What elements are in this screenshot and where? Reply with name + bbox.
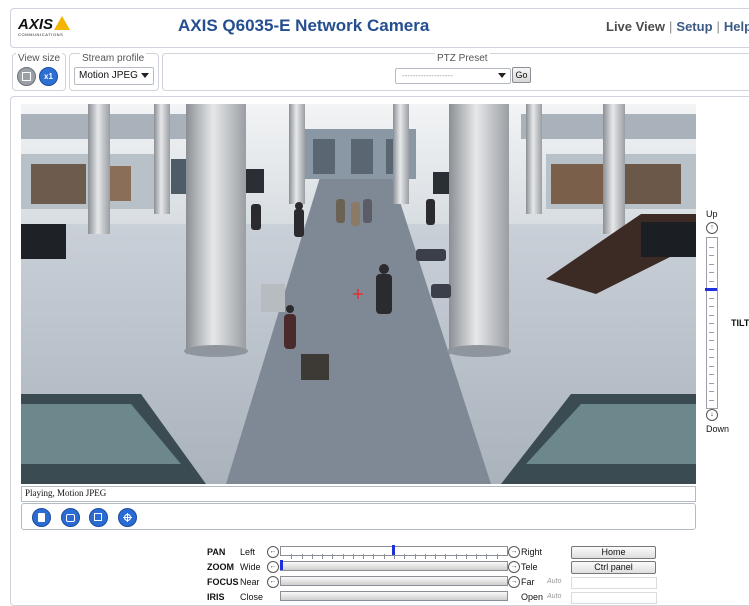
- tilt-down-label: Down: [706, 424, 730, 434]
- iris-slider[interactable]: [280, 591, 508, 601]
- ctrl-panel-button[interactable]: Ctrl panel: [571, 561, 656, 574]
- view-size-group: View size x1: [12, 53, 66, 91]
- pan-label: PAN: [207, 547, 226, 557]
- nav-help[interactable]: Help: [724, 19, 749, 34]
- snapshot-button[interactable]: [61, 508, 80, 527]
- stream-profile-value: Motion JPEG: [79, 70, 138, 81]
- zoom-slider[interactable]: [280, 561, 508, 571]
- pan-left-arrow-icon[interactable]: ←: [267, 546, 279, 558]
- tilt-down-arrow-icon[interactable]: ↓: [706, 409, 718, 421]
- focus-near-arrow-icon[interactable]: ←: [267, 576, 279, 588]
- ptz-preset-group: PTZ Preset ------------------- Go: [162, 53, 749, 91]
- iris-auto-label[interactable]: Auto: [547, 593, 561, 600]
- ptz-crosshair-icon: [123, 513, 132, 522]
- focus-far-label: Far: [521, 577, 535, 587]
- view-size-legend: View size: [16, 53, 63, 64]
- pan-left-label: Left: [240, 547, 256, 557]
- iris-label: IRIS: [207, 592, 225, 602]
- ptz-click-button[interactable]: [118, 508, 137, 527]
- nav-setup[interactable]: Setup: [676, 19, 712, 34]
- nav-separator: |: [716, 19, 720, 34]
- focus-near-label: Near: [240, 577, 260, 587]
- chevron-down-icon: [141, 73, 149, 78]
- stop-icon: [38, 513, 45, 522]
- iris-open-label: Open: [521, 592, 544, 602]
- chevron-down-icon: [498, 73, 506, 78]
- size-x1-button[interactable]: x1: [39, 67, 58, 86]
- ptz-preset-value: -------------------: [402, 71, 453, 80]
- fullscreen-button[interactable]: [89, 508, 108, 527]
- focus-auto-box: [571, 577, 657, 589]
- fit-window-button[interactable]: [17, 67, 36, 86]
- focus-label: FOCUS: [207, 577, 239, 587]
- home-button[interactable]: Home: [571, 546, 656, 559]
- zoom-wide-label: Wide: [240, 562, 261, 572]
- ptz-preset-legend: PTZ Preset: [435, 53, 490, 64]
- video-status-bar: Playing, Motion JPEG: [21, 486, 696, 502]
- logo-subtext: COMMUNICATIONS: [18, 32, 64, 37]
- focus-far-arrow-icon[interactable]: →: [508, 576, 520, 588]
- tilt-up-arrow-icon[interactable]: ↑: [706, 222, 718, 234]
- tilt-ticks: [709, 247, 714, 401]
- pan-slider-thumb[interactable]: [392, 545, 395, 555]
- zoom-wide-arrow-icon[interactable]: ←: [267, 561, 279, 573]
- iris-close-label: Close: [240, 592, 264, 602]
- stream-profile-group: Stream profile Motion JPEG: [69, 53, 159, 91]
- nav-live-view[interactable]: Live View: [606, 19, 665, 34]
- video-control-bar: [21, 503, 696, 530]
- pan-right-label: Right: [521, 547, 543, 557]
- snapshot-icon: [66, 514, 75, 522]
- stop-button[interactable]: [32, 508, 51, 527]
- go-button[interactable]: Go: [512, 67, 531, 83]
- camera-scene: [21, 104, 696, 484]
- live-video-image[interactable]: [21, 104, 696, 484]
- tilt-slider[interactable]: [706, 237, 718, 409]
- stream-profile-select[interactable]: Motion JPEG: [74, 67, 154, 85]
- focus-slider[interactable]: [280, 576, 508, 586]
- logo-triangle-icon: [54, 16, 70, 30]
- zoom-label: ZOOM: [207, 562, 234, 572]
- top-navigation: Live View | Setup | Help: [606, 19, 749, 34]
- stream-profile-legend: Stream profile: [80, 53, 147, 64]
- zoom-tele-arrow-icon[interactable]: →: [508, 561, 520, 573]
- pan-right-arrow-icon[interactable]: →: [508, 546, 520, 558]
- zoom-slider-thumb[interactable]: [280, 560, 283, 570]
- fullscreen-icon: [94, 513, 102, 521]
- tilt-slider-thumb[interactable]: [705, 288, 717, 291]
- focus-auto-label[interactable]: Auto: [547, 578, 561, 585]
- tilt-label: TILT: [731, 318, 749, 328]
- zoom-tele-label: Tele: [521, 562, 538, 572]
- ptz-preset-select[interactable]: -------------------: [395, 68, 511, 84]
- nav-separator: |: [669, 19, 673, 34]
- axis-logo[interactable]: AXIS COMMUNICATIONS: [18, 16, 76, 42]
- video-status-text: Playing, Motion JPEG: [25, 488, 107, 498]
- tilt-up-label: Up: [706, 209, 718, 219]
- page-title: AXIS Q6035-E Network Camera: [178, 16, 430, 35]
- iris-auto-box: [571, 592, 657, 604]
- logo-text: AXIS: [18, 16, 54, 33]
